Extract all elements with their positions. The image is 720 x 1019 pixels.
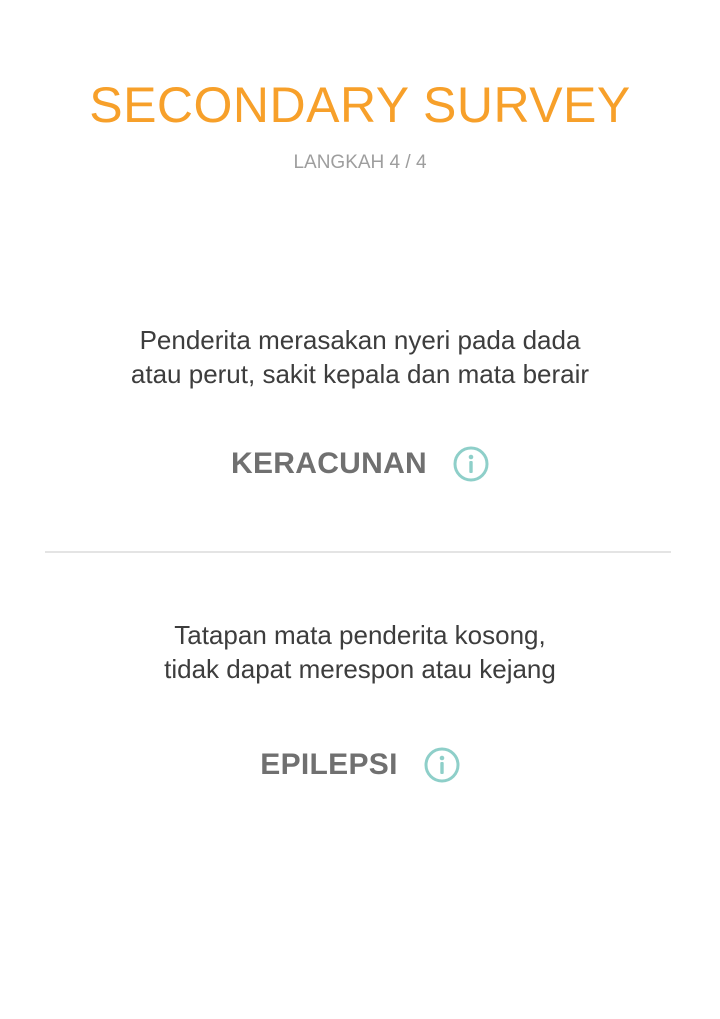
condition-description: Penderita merasakan nyeri pada dada atau…: [0, 323, 720, 391]
diagnosis-label[interactable]: KERACUNAN: [231, 447, 427, 481]
page-title: SECONDARY SURVEY: [89, 77, 631, 133]
divider: [45, 551, 671, 553]
condition-line: tidak dapat merespon atau kejang: [164, 654, 556, 684]
condition-line: atau perut, sakit kepala dan mata berair: [130, 359, 590, 389]
condition-line: Tatapan mata penderita kosong,: [174, 620, 546, 650]
condition-line: Penderita merasakan nyeri pada dada: [139, 325, 581, 355]
diagnosis-option-keracunan[interactable]: KERACUNAN: [0, 444, 720, 484]
info-icon[interactable]: [453, 446, 489, 482]
info-icon[interactable]: [424, 747, 460, 783]
diagnosis-option-epilepsi[interactable]: EPILEPSI: [0, 745, 720, 785]
step-indicator: LANGKAH 4 / 4: [293, 152, 427, 173]
condition-description: Tatapan mata penderita kosong, tidak dap…: [0, 618, 720, 686]
diagnosis-label[interactable]: EPILEPSI: [260, 748, 397, 782]
